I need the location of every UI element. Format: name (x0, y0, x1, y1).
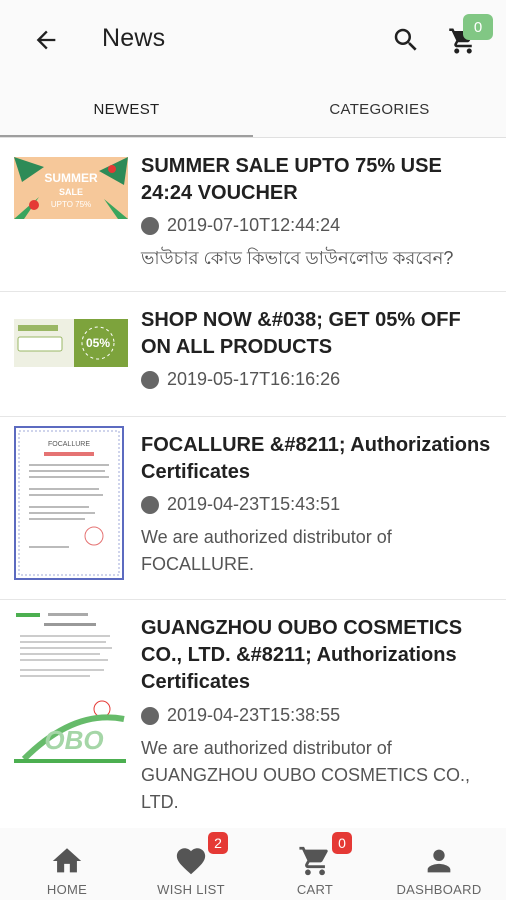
news-date-text: 2019-05-17T16:16:26 (167, 369, 341, 389)
tab-bar: NEWEST CATEGORIES (0, 82, 506, 138)
nav-wishlist[interactable]: 2 WISH LIST (128, 828, 254, 900)
person-icon (427, 849, 451, 873)
news-thumbnail: 05% (14, 319, 128, 367)
news-date: 2019-04-23T15:43:51 (141, 494, 340, 515)
heart-icon (176, 848, 206, 875)
svg-text:FOCALLURE: FOCALLURE (48, 441, 90, 448)
news-title: SHOP NOW &#038; GET 05% OFF ON ALL PRODU… (141, 309, 461, 358)
nav-dashboard-label: DASHBOARD (396, 882, 482, 897)
news-date-text: 2019-04-23T15:43:51 (167, 494, 341, 514)
nav-cart[interactable]: 0 CART (252, 828, 378, 900)
news-thumbnail: SUMMER SALE UPTO 75% (14, 157, 128, 219)
news-title: GUANGZHOU OUBO COSMETICS CO., LTD. &#821… (141, 617, 463, 693)
back-button[interactable] (26, 22, 66, 58)
news-excerpt: We are authorized distributor of GUANGZH… (141, 738, 471, 812)
search-icon (394, 28, 417, 51)
search-button[interactable] (386, 22, 426, 58)
news-date-text: 2019-07-10T12:44:24 (167, 215, 341, 235)
news-date: 2019-07-10T12:44:24 (141, 215, 340, 236)
news-title: FOCALLURE &#8211; Authorizations Certifi… (141, 434, 491, 483)
home-icon (52, 848, 82, 873)
nav-home-label: HOME (46, 882, 88, 897)
globe-icon (141, 706, 159, 725)
arrow-left-icon (36, 30, 56, 50)
page-title: News (102, 24, 166, 52)
tab-newest[interactable]: NEWEST (0, 82, 253, 136)
tab-indicator (0, 135, 253, 137)
news-date: 2019-05-17T16:16:26 (141, 369, 340, 390)
bottom-navigation: HOME 2 WISH LIST 0 CART DASHBOARD (0, 828, 506, 900)
wishlist-badge: 2 (208, 832, 228, 854)
app-bar: News 0 (0, 0, 506, 82)
nav-dashboard[interactable]: DASHBOARD (376, 828, 502, 900)
cart-count-badge: 0 (463, 14, 493, 40)
tab-categories[interactable]: CATEGORIES (253, 82, 506, 136)
news-excerpt: We are authorized distributor of FOCALLU… (141, 527, 392, 574)
globe-icon (141, 495, 159, 514)
svg-text:OBO: OBO (44, 725, 103, 755)
news-date: 2019-04-23T15:38:55 (141, 705, 340, 726)
nav-home[interactable]: HOME (4, 828, 130, 900)
svg-text:SUMMER: SUMMER (44, 171, 98, 185)
news-item[interactable]: OBO GUANGZHOU OUBO COSMETICS CO., LTD. &… (0, 601, 506, 829)
news-item[interactable]: 05% SHOP NOW &#038; GET 05% OFF ON ALL P… (0, 293, 506, 417)
news-item[interactable]: FOCALLURE FOCALLURE &#8211; Authorizatio… (0, 418, 506, 600)
nav-cart-label: CART (296, 882, 334, 897)
nav-wishlist-label: WISH LIST (157, 882, 225, 897)
news-excerpt: ভাউচার কোড কিভাবে ডাউনলোড করবেন? (141, 248, 454, 268)
news-date-text: 2019-04-23T15:38:55 (167, 705, 341, 725)
news-thumbnail: FOCALLURE (14, 426, 124, 580)
cart-badge: 0 (332, 832, 352, 854)
svg-text:05%: 05% (86, 336, 110, 350)
news-title: SUMMER SALE UPTO 75% USE 24:24 VOUCHER (141, 155, 442, 204)
svg-text:SALE: SALE (59, 187, 83, 197)
cart-icon (299, 846, 328, 876)
news-item[interactable]: SUMMER SALE UPTO 75% SUMMER SALE UPTO 75… (0, 139, 506, 292)
news-thumbnail: OBO (14, 609, 126, 769)
svg-text:UPTO 75%: UPTO 75% (51, 200, 91, 209)
globe-icon (141, 216, 159, 235)
globe-icon (141, 370, 159, 389)
